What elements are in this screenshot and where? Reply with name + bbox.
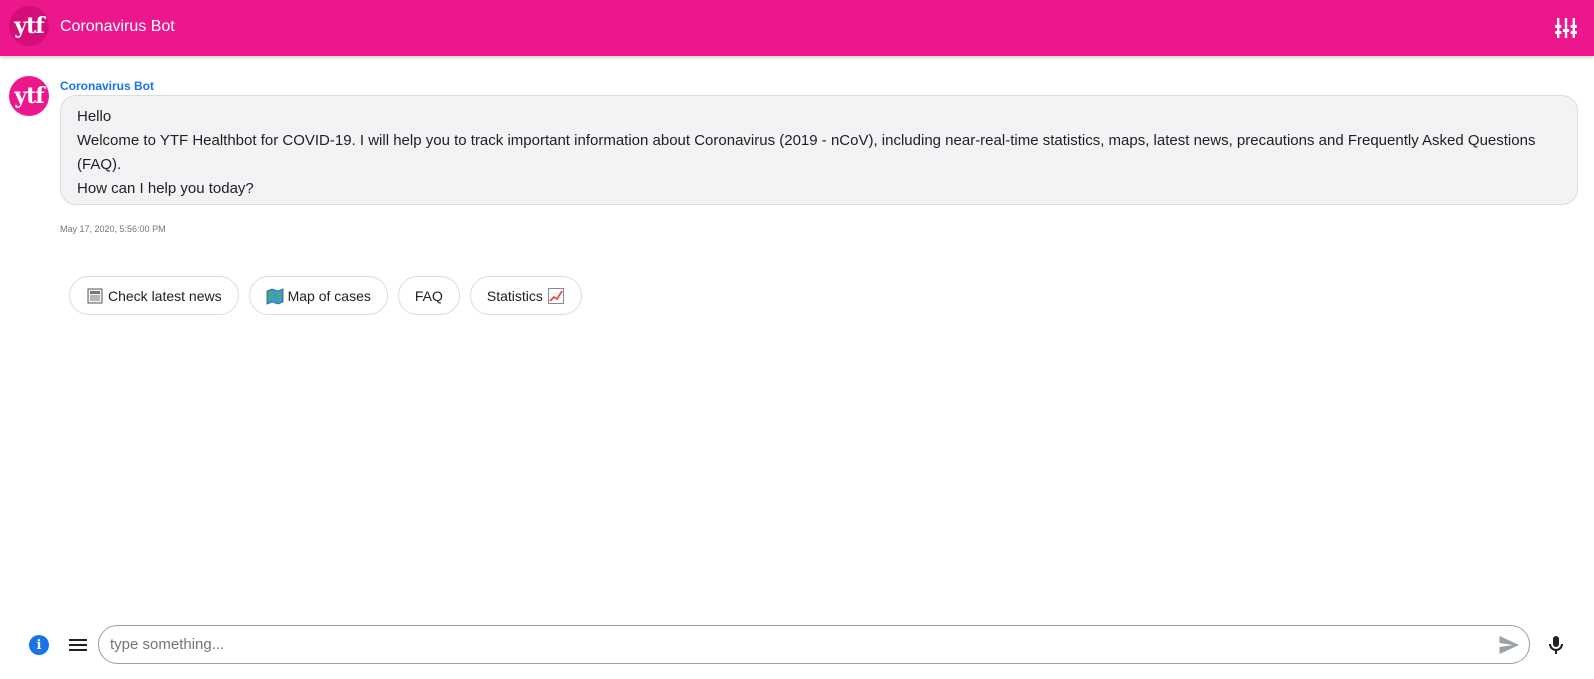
chip-statistics[interactable]: Statistics bbox=[469, 276, 582, 315]
menu-icon[interactable] bbox=[68, 636, 88, 654]
header-title: Coronavirus Bot bbox=[60, 18, 175, 35]
message-bubble: Hello Welcome to YTF Healthbot for COVID… bbox=[60, 95, 1578, 205]
message-line: How can I help you today? bbox=[77, 180, 254, 197]
logo: ytf bbox=[9, 6, 49, 46]
equalizer-icon[interactable] bbox=[1554, 16, 1578, 40]
chip-label: FAQ bbox=[414, 287, 443, 304]
chip-label: Check latest news bbox=[108, 287, 222, 304]
info-icon[interactable]: i bbox=[29, 635, 49, 655]
message-line: Welcome to YTF Healthbot for COVID-19. I… bbox=[77, 132, 1536, 173]
chart-increasing-icon bbox=[547, 287, 565, 305]
message-input[interactable] bbox=[98, 625, 1530, 664]
suggestion-chips: Check latest news Map of cases FAQ Stati… bbox=[69, 276, 582, 315]
newspaper-icon bbox=[86, 287, 104, 305]
chip-map-of-cases[interactable]: Map of cases bbox=[248, 276, 388, 315]
message-timestamp: May 17, 2020, 5:56:00 PM bbox=[60, 224, 166, 234]
microphone-icon[interactable] bbox=[1544, 633, 1568, 657]
chip-label: Map of cases bbox=[287, 287, 371, 304]
chip-check-latest-news[interactable]: Check latest news bbox=[69, 276, 239, 315]
bot-avatar: ytf bbox=[9, 76, 49, 116]
send-icon[interactable] bbox=[1497, 633, 1521, 657]
chip-label: Statistics bbox=[486, 287, 543, 304]
sender-name: Coronavirus Bot bbox=[60, 79, 155, 93]
input-bar: i bbox=[0, 625, 1594, 665]
message-line: Hello bbox=[77, 108, 112, 125]
chip-faq[interactable]: FAQ bbox=[397, 276, 460, 315]
app-header: ytf Coronavirus Bot bbox=[0, 0, 1594, 56]
map-icon bbox=[266, 287, 284, 305]
